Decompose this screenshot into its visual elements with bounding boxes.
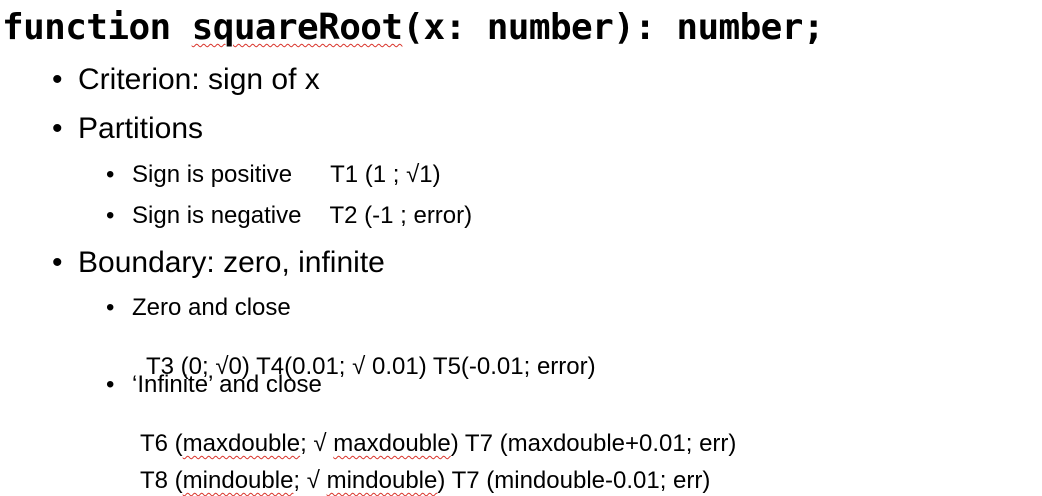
test-mid: ; √ bbox=[293, 467, 327, 494]
bullet-dot: • bbox=[106, 202, 115, 229]
title-function-name: squareRoot bbox=[191, 7, 403, 48]
test-suffix: ) T7 (maxdouble+0.01; err) bbox=[450, 430, 737, 457]
test-word-mindouble: mindouble bbox=[326, 467, 438, 494]
bullet-criterion: • Criterion: sign of x bbox=[52, 62, 320, 98]
partition-label: Sign is positive bbox=[132, 161, 293, 188]
bullet-dot: • bbox=[106, 161, 115, 188]
title-keyword: function bbox=[2, 7, 192, 48]
function-signature-title: function squareRoot(x: number): number; bbox=[2, 6, 825, 50]
bullet-dot: • bbox=[106, 294, 115, 321]
partitions-heading: Partitions bbox=[78, 112, 204, 145]
test-prefix: T6 ( bbox=[140, 430, 183, 457]
test-word-maxdouble: maxdouble bbox=[333, 430, 451, 457]
boundary-heading: Boundary: zero, infinite bbox=[78, 246, 385, 279]
partition-item-negative: • Sign is negative T2 (-1 ; error) bbox=[106, 201, 472, 231]
test-word-maxdouble: maxdouble bbox=[182, 430, 301, 457]
partition-item-positive: • Sign is positive T1 (1 ; √1) bbox=[106, 160, 441, 190]
bullet-dot: • bbox=[52, 63, 63, 96]
boundary-item-infinite: • ‘Infinite’ and close bbox=[106, 370, 322, 400]
bullet-dot: • bbox=[52, 112, 63, 145]
boundary-infinite-label: ‘Infinite’ and close bbox=[132, 371, 322, 398]
bullet-partitions: • Partitions bbox=[52, 111, 203, 147]
boundary-zero-label: Zero and close bbox=[132, 294, 291, 321]
bullet-dot: • bbox=[52, 246, 63, 279]
partition-test: T1 (1 ; √1) bbox=[330, 161, 441, 188]
criterion-text: Criterion: sign of x bbox=[78, 63, 320, 96]
bullet-dot: • bbox=[106, 371, 115, 398]
bullet-boundary: • Boundary: zero, infinite bbox=[52, 245, 385, 281]
boundary-infinite-tests-min: T8 (mindouble; √ mindouble) T7 (mindoubl… bbox=[140, 466, 710, 496]
test-mid: ; √ bbox=[300, 430, 334, 457]
test-word-mindouble: mindouble bbox=[182, 467, 294, 494]
partition-label: Sign is negative bbox=[132, 202, 302, 229]
slide: function squareRoot(x: number): number; … bbox=[0, 0, 1042, 494]
test-suffix: ) T7 (mindouble-0.01; err) bbox=[437, 467, 711, 494]
test-prefix: T8 ( bbox=[140, 467, 183, 494]
boundary-infinite-tests-max: T6 (maxdouble; √ maxdouble) T7 (maxdoubl… bbox=[140, 429, 736, 459]
partition-test: T2 (-1 ; error) bbox=[329, 202, 473, 229]
title-signature: (x: number): number; bbox=[402, 7, 824, 48]
boundary-item-zero: • Zero and close bbox=[106, 293, 291, 323]
